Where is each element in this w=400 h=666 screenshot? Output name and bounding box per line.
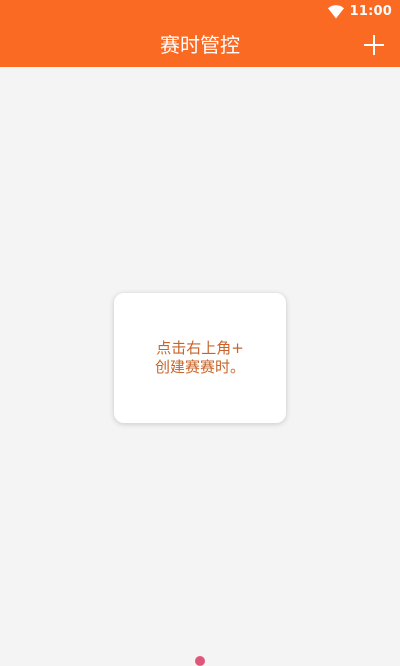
app-bar: 赛时管控 [0, 24, 400, 67]
empty-state-card: 点击右上角+ 创建赛赛时。 [114, 293, 286, 423]
page-title: 赛时管控 [160, 33, 240, 57]
empty-state-message: 点击右上角+ 创建赛赛时。 [154, 339, 245, 376]
wifi-icon [327, 5, 344, 19]
bottom-indicator [195, 656, 205, 666]
status-time: 11:00 [349, 4, 392, 19]
status-bar: 11:00 [0, 0, 400, 24]
status-icons: 11:00 [327, 3, 392, 21]
plus-icon [364, 35, 384, 55]
add-button[interactable] [362, 33, 386, 57]
